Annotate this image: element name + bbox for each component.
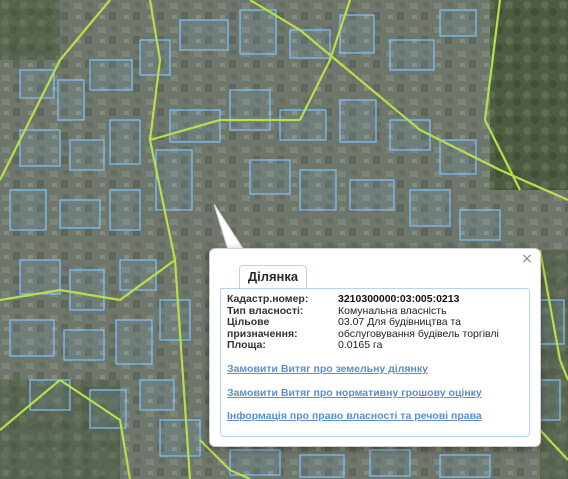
parcel-attributes: Кадастр.номер: 3210300000:03:005:0213 Ти… [227, 293, 527, 352]
area-row: Площа: 0.0165 га [227, 339, 527, 352]
order-valuation-extract-link[interactable]: Замовити Витяг про нормативну грошову оц… [227, 387, 482, 399]
order-land-extract-link[interactable]: Замовити Витяг про земельну ділянку [227, 363, 428, 375]
cadastral-number-row: Кадастр.номер: 3210300000:03:005:0213 [227, 293, 527, 306]
field-label: Площа: [227, 339, 266, 351]
ownership-rights-info-link[interactable]: Інформація про право власності та речові… [227, 410, 482, 422]
popup-pointer [214, 204, 245, 250]
parcel-info-popup: × Ділянка Кадастр.номер: 3210300000:03:0… [209, 248, 541, 447]
field-label: Кадастр.номер: [227, 293, 309, 305]
tab-parcel[interactable]: Ділянка [239, 265, 307, 288]
field-label: Цільове призначення: [227, 316, 298, 340]
area-value: 0.0165 га [338, 339, 383, 351]
purpose-row: Цільове призначення: 03.07 Для будівницт… [227, 316, 527, 340]
parcel-details-panel: Кадастр.номер: 3210300000:03:005:0213 Ти… [220, 288, 530, 437]
cadastral-number-value: 3210300000:03:005:0213 [338, 293, 460, 305]
close-icon[interactable]: × [520, 252, 534, 266]
purpose-value: 03.07 Для будівництва та обслуговування … [338, 316, 499, 340]
